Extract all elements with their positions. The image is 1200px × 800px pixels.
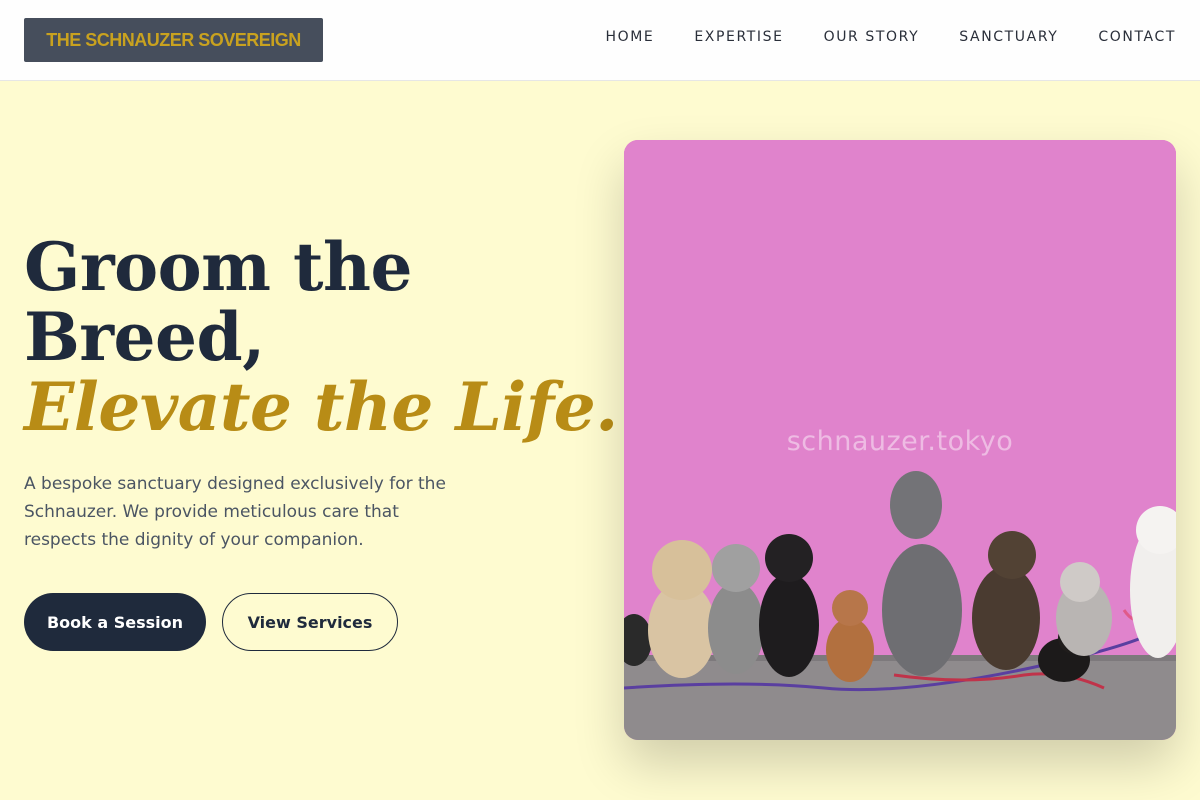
nav-item-expertise[interactable]: EXPERTISE (694, 29, 783, 45)
view-services-button[interactable]: View Services (222, 593, 398, 651)
nav-item-sanctuary[interactable]: SANCTUARY (959, 29, 1058, 45)
photo-watermark: schnauzer.tokyo (786, 426, 1014, 457)
headline-line-2: Breed, (24, 298, 265, 376)
hero-description: A bespoke sanctuary designed exclusively… (24, 474, 446, 550)
nav-item-home[interactable]: HOME (605, 29, 654, 45)
hero-photo-dogs: schnauzer.tokyo (624, 140, 1176, 740)
nav-item-our-story[interactable]: OUR STORY (824, 29, 920, 45)
main-nav: HOME EXPERTISE OUR STORY SANCTUARY CONTA… (565, 29, 1176, 45)
book-session-button[interactable]: Book a Session (24, 593, 206, 651)
hero-headline: Groom the Breed, Elevate the Life. (24, 232, 618, 442)
headline-line-1: Groom the (24, 228, 412, 306)
site-header: THE SCHNAUZER SOVEREIGN HOME EXPERTISE O… (0, 0, 1200, 81)
site-logo[interactable]: THE SCHNAUZER SOVEREIGN (24, 18, 323, 62)
nav-item-contact[interactable]: CONTACT (1098, 29, 1176, 45)
headline-accent: Elevate the Life. (24, 368, 618, 446)
